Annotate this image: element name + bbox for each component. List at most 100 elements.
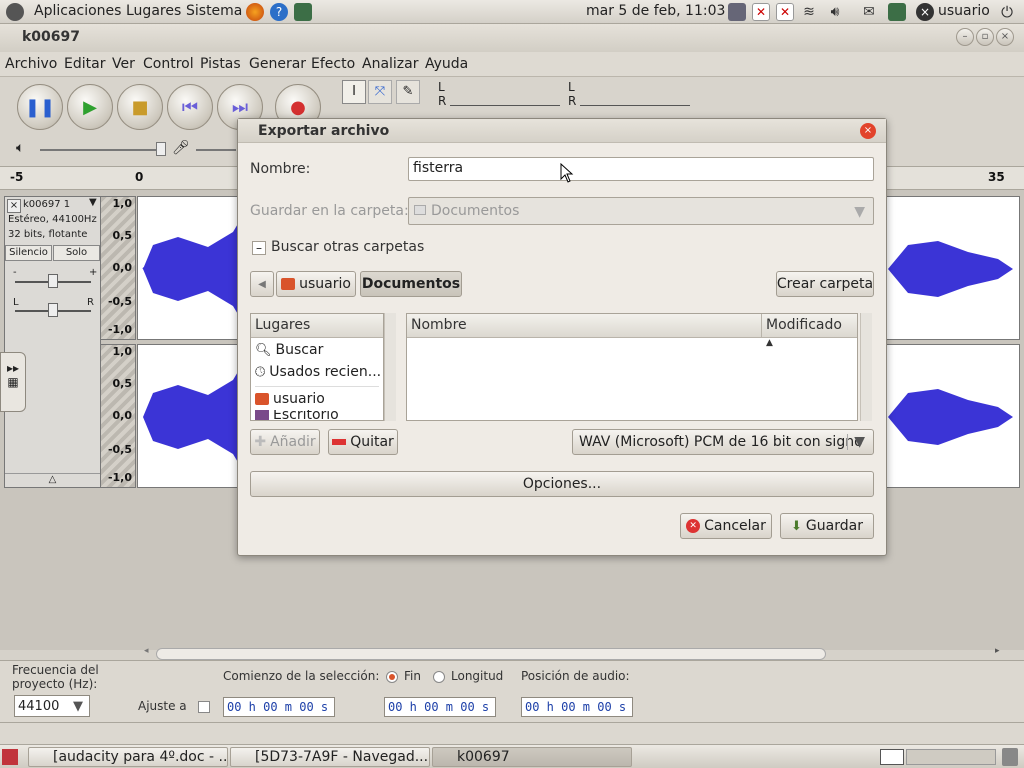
add-bookmark-button[interactable]: ✚ Añadir [250,429,320,455]
menu-analizar[interactable]: Analizar [362,56,419,72]
cancel-button[interactable]: ✕ Cancelar [680,513,772,539]
record-meter[interactable] [580,84,690,106]
save-button[interactable]: ⬇ Guardar [780,513,874,539]
screenshot-icon[interactable] [294,3,312,21]
pan-slider-thumb[interactable] [48,303,58,317]
place-usuario[interactable]: usuario [255,391,325,407]
create-folder-button[interactable]: Crear carpeta [776,271,874,297]
playback-meter[interactable] [450,84,560,106]
scroll-left-arrow-icon[interactable]: ◂ [144,646,149,656]
update-icon[interactable]: ✕ [776,3,794,21]
mail-icon[interactable]: ✉ [860,3,878,21]
audio-position-label: Posición de audio: [521,669,630,683]
track-control-panel[interactable]: × k00697 1 ▼ Estéreo, 44100Hz 32 bits, f… [4,196,101,488]
project-rate-select[interactable]: 44100 ▼ [14,695,90,717]
user-status-icon[interactable]: × [916,3,934,21]
input-volume-slider[interactable] [196,149,236,151]
workspace-switcher-1[interactable] [880,749,904,765]
volume-slider[interactable] [40,149,160,151]
places-header[interactable]: Lugares [251,314,383,338]
collapse-browse-icon[interactable]: – [252,241,266,255]
show-desktop-icon[interactable] [2,749,18,765]
menu-control[interactable]: Control [143,56,194,72]
remove-bookmark-label: Quitar [350,434,394,450]
length-radio[interactable] [433,671,445,683]
stop-button[interactable]: ■ [117,84,163,130]
place-recent[interactable]: 🕓︎ Usados recien... [255,364,381,380]
volume-slider-thumb[interactable] [156,142,166,156]
network-users-icon[interactable] [728,3,746,21]
firefox-icon[interactable] [246,3,264,21]
task-item-document[interactable]: [audacity para 4º.doc - ... [28,747,228,767]
envelope-tool-icon[interactable]: ⤧ [368,80,392,104]
volume-icon[interactable]: 🔊︎ [826,3,844,21]
window-close-icon[interactable]: × [996,28,1014,46]
files-scrollbar[interactable] [860,313,872,421]
place-escritorio[interactable]: Escritorio [255,410,339,420]
skip-start-button[interactable]: ⏮ [167,84,213,130]
minimize-icon[interactable]: – [956,28,974,46]
path-documentos-button[interactable]: Documentos [360,271,462,297]
column-name-label: Nombre [411,317,467,333]
foot-icon[interactable] [6,3,24,21]
path-back-button[interactable]: ◀ [250,271,274,297]
help-icon[interactable]: ? [270,3,288,21]
track-name[interactable]: k00697 1 [23,199,70,210]
track-close-icon[interactable]: × [7,199,21,213]
workspace-switcher[interactable] [906,749,996,765]
remove-bookmark-button[interactable]: Quitar [328,429,398,455]
collapse-track-icon[interactable]: △ [5,473,100,487]
play-button[interactable]: ▶ [67,84,113,130]
options-button[interactable]: Opciones... [250,471,874,497]
files-pane[interactable]: Nombre Modificado ▲ [406,313,858,421]
scale-top-label: 0,0 [112,261,133,274]
audio-position-time[interactable]: 00 h 00 m 00 s [521,697,633,717]
clock[interactable]: mar 5 de feb, 11:03 [586,3,725,19]
end-radio[interactable] [386,671,398,683]
side-panel-handle-icon[interactable]: ▸▸ ▦ [0,352,26,412]
snap-checkbox[interactable] [198,701,210,713]
selection-tool-icon[interactable]: I [342,80,366,104]
horizontal-scrollbar[interactable] [156,648,826,660]
draw-tool-icon[interactable]: ✎ [396,80,420,104]
place-buscar[interactable]: 🔍︎ Buscar [255,342,323,358]
selection-end-time[interactable]: 00 h 00 m 00 s [384,697,496,717]
browse-folders-toggle[interactable]: Buscar otras carpetas [271,239,424,255]
dialog-title-bar[interactable]: Exportar archivo × [238,119,886,143]
task-item-audacity[interactable]: k00697 [432,747,632,767]
menu-ver[interactable]: Ver [112,56,135,72]
menu-archivo[interactable]: Archivo [5,56,57,72]
pause-button[interactable]: ❚❚ [17,84,63,130]
column-modified-header[interactable]: Modificado ▲ [761,314,857,348]
menu-generar[interactable]: Generar [249,56,306,72]
column-name-header[interactable]: Nombre [407,314,761,338]
path-usuario-button[interactable]: usuario [276,271,356,297]
task-item-browser[interactable]: [5D73-7A9F - Navegad... [230,747,430,767]
wifi-icon[interactable]: ≋ [800,3,818,21]
menu-lugares[interactable]: Lugares [126,3,181,19]
save-folder-select[interactable]: Documentos ▼ [408,197,874,225]
solo-button[interactable]: Solo [53,245,100,261]
file-name-input[interactable]: fisterra [408,157,874,181]
gain-slider-thumb[interactable] [48,274,58,288]
menu-editar[interactable]: Editar [64,56,105,72]
mute-button[interactable]: Silencio [5,245,52,261]
pan-left-label: L [13,297,19,308]
scroll-right-arrow-icon[interactable]: ▸ [995,646,1000,656]
dialog-close-icon[interactable]: × [860,123,876,139]
photo-icon[interactable] [888,3,906,21]
menu-sistema[interactable]: Sistema [186,3,242,19]
menu-efecto[interactable]: Efecto [311,56,355,72]
close-box-icon[interactable]: ✕ [752,3,770,21]
menu-pistas[interactable]: Pistas [200,56,241,72]
menu-ayuda[interactable]: Ayuda [425,56,468,72]
maximize-icon[interactable]: ▫ [976,28,994,46]
menu-aplicaciones[interactable]: Aplicaciones [34,3,121,19]
track-menu-chevron-icon[interactable]: ▼ [89,197,97,208]
trash-icon[interactable] [1002,748,1018,766]
selection-start-time[interactable]: 00 h 00 m 00 s [223,697,335,717]
power-icon[interactable]: ⏻ [998,3,1016,21]
format-select[interactable]: WAV (Microsoft) PCM de 16 bit con signo ▼ [572,429,874,455]
places-scrollbar[interactable] [384,313,396,421]
user-name[interactable]: usuario [938,3,990,19]
